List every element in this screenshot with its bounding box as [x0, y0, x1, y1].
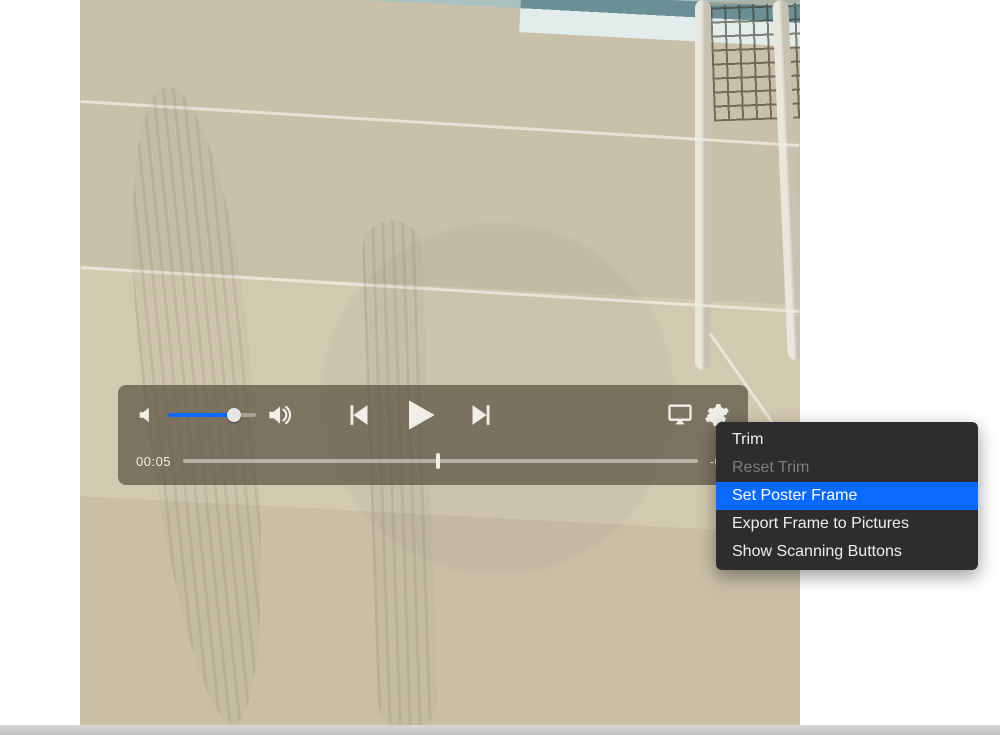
bottom-divider [0, 725, 1000, 735]
menu-item-show-scanning-buttons[interactable]: Show Scanning Buttons [716, 538, 978, 566]
volume-slider-knob[interactable] [227, 408, 241, 422]
volume-slider[interactable] [168, 413, 256, 417]
settings-menu: Trim Reset Trim Set Poster Frame Export … [716, 422, 978, 570]
volume-control [136, 402, 292, 428]
volume-slider-fill [168, 413, 234, 417]
menu-item-trim[interactable]: Trim [716, 426, 978, 454]
volume-low-icon[interactable] [136, 404, 158, 426]
timeline-scrubber-knob[interactable] [436, 453, 440, 469]
video-frame [80, 0, 800, 725]
pole-decoration [695, 0, 711, 370]
step-forward-button[interactable] [464, 398, 498, 432]
airplay-button[interactable] [666, 401, 694, 429]
volume-high-icon[interactable] [266, 402, 292, 428]
menu-item-export-frame[interactable]: Export Frame to Pictures [716, 510, 978, 538]
menu-item-reset-trim: Reset Trim [716, 454, 978, 482]
play-button[interactable] [398, 393, 442, 437]
menu-item-set-poster-frame[interactable]: Set Poster Frame [716, 482, 978, 510]
player-controls-bar: 00:05 -00 [118, 385, 748, 485]
time-current: 00:05 [136, 454, 171, 469]
step-back-button[interactable] [342, 398, 376, 432]
timeline-scrubber[interactable] [183, 459, 698, 463]
